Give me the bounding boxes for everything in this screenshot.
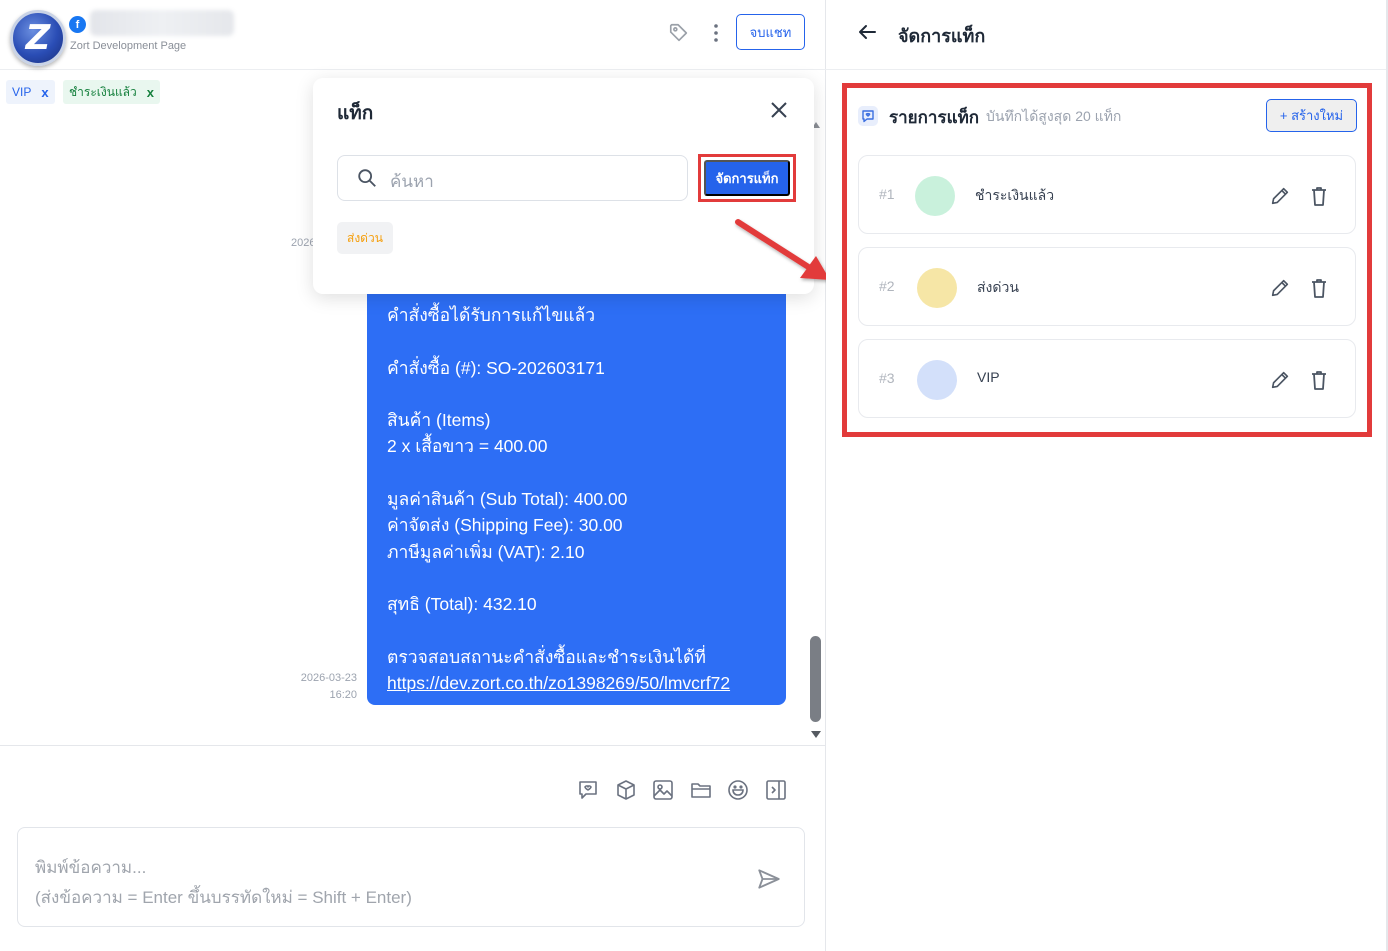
tag-color-dot — [917, 360, 957, 400]
customer-name-blurred — [90, 10, 234, 36]
tag-color-dot — [915, 176, 955, 216]
tag-name: VIP — [977, 369, 1000, 385]
message-timestamp: 2026-03-23 16:20 — [291, 670, 357, 704]
package-icon[interactable] — [614, 778, 638, 802]
order-link[interactable]: https://dev.zort.co.th/zo1398269/50/lmvc… — [387, 670, 766, 696]
message-input-hint: (ส่งข้อความ = Enter ขึ้นบรรทัดใหม่ = Shi… — [35, 888, 412, 907]
edit-icon[interactable] — [1269, 185, 1291, 207]
search-icon — [358, 169, 376, 187]
message-input[interactable]: พิมพ์ข้อความ... (ส่งข้อความ = Enter ขึ้น… — [17, 827, 805, 927]
popup-title: แท็ก — [337, 103, 374, 124]
end-chat-button[interactable]: จบแชท — [736, 14, 805, 50]
message-date: 2026-03-23 — [300, 672, 357, 684]
tag-option[interactable]: ส่งด่วน — [337, 222, 393, 254]
delete-icon[interactable] — [1309, 369, 1329, 391]
remove-tag-icon[interactable]: x — [41, 85, 48, 100]
chip-label: ชำระเงินแล้ว — [69, 84, 137, 99]
tag-list-subtitle: บันทึกได้สูงสุด 20 แท็ก — [986, 108, 1122, 124]
chat-tag-icon — [858, 106, 878, 126]
app-root: Z f Zort Development Page จบแชท VIP x ชำ… — [0, 0, 1388, 951]
delete-icon[interactable] — [1309, 185, 1329, 207]
emoji-icon[interactable] — [726, 778, 750, 802]
manage-tags-panel: จัดการแท็ก รายการแท็ก บันทึกได้สูงสุด 20… — [826, 0, 1388, 951]
tag-index: #3 — [879, 370, 895, 386]
tag-row: #2 ส่งด่วน — [858, 247, 1356, 326]
message-timestamp: 2026 — [291, 237, 316, 249]
remove-tag-icon[interactable]: x — [147, 85, 154, 100]
page-name: Zort Development Page — [70, 40, 187, 52]
edit-icon[interactable] — [1269, 369, 1291, 391]
avatar[interactable]: Z — [10, 10, 66, 66]
more-options-icon[interactable] — [706, 22, 726, 44]
send-icon[interactable] — [756, 866, 782, 892]
tag-row: #1 ชำระเงินแล้ว — [858, 155, 1356, 234]
annotation-arrow — [735, 219, 830, 280]
panel-title: จัดการแท็ก — [898, 26, 986, 46]
folder-icon[interactable] — [689, 778, 713, 802]
message-input-placeholder: พิมพ์ข้อความ... — [35, 858, 147, 877]
facebook-icon: f — [69, 16, 86, 33]
message-time: 16:20 — [329, 689, 357, 701]
create-tag-button[interactable]: + สร้างใหม่ — [1266, 99, 1357, 132]
search-placeholder: ค้นหา — [390, 172, 434, 191]
tag-list-title: รายการแท็ก — [889, 108, 980, 127]
tag-name: ส่งด่วน — [977, 279, 1019, 295]
tag-index: #2 — [879, 278, 895, 294]
tag-icon[interactable] — [668, 22, 690, 44]
image-icon[interactable] — [651, 778, 675, 802]
assigned-tag-chip: ชำระเงินแล้ว x — [63, 80, 160, 104]
edit-icon[interactable] — [1269, 277, 1291, 299]
message-bubble: คำสั่งซื้อได้รับการแก้ไขแล้ว คำสั่งซื้อ … — [367, 290, 786, 705]
highlight-frame: จัดการแท็ก — [698, 154, 796, 202]
scrollbar-thumb[interactable] — [810, 636, 821, 722]
tag-index: #1 — [879, 186, 895, 202]
panel-header: จัดการแท็ก — [826, 0, 1386, 70]
manage-tags-button[interactable]: จัดการแท็ก — [704, 160, 790, 196]
back-arrow-icon[interactable] — [856, 21, 878, 43]
panel-toggle-icon[interactable] — [764, 778, 788, 802]
chat-reply-icon[interactable] — [576, 778, 600, 802]
close-icon[interactable] — [768, 99, 790, 121]
composer-divider — [0, 745, 826, 746]
tag-name: ชำระเงินแล้ว — [975, 187, 1055, 203]
tag-search-input[interactable]: ค้นหา — [337, 155, 688, 201]
delete-icon[interactable] — [1309, 277, 1329, 299]
assigned-tag-chip: VIP x — [6, 80, 55, 104]
message-text: คำสั่งซื้อได้รับการแก้ไขแล้ว คำสั่งซื้อ … — [387, 305, 706, 667]
tag-color-dot — [917, 268, 957, 308]
chip-label: VIP — [12, 85, 32, 99]
chat-header: Z f Zort Development Page จบแชท — [0, 0, 826, 70]
scroll-down-arrow[interactable] — [811, 731, 821, 738]
chat-panel: Z f Zort Development Page จบแชท VIP x ชำ… — [0, 0, 826, 951]
tag-row: #3 VIP — [858, 339, 1356, 418]
